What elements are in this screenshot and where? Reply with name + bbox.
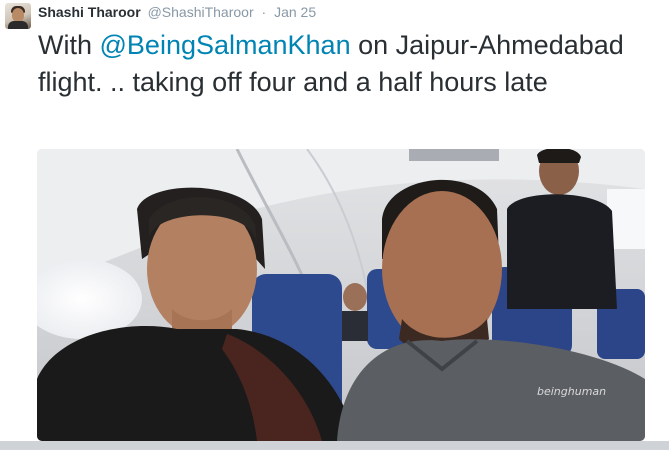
timestamp[interactable]: Jan 25 [274,4,316,20]
photo-selfie-illustration: beinghuman [37,149,645,441]
display-name[interactable]: Shashi Tharoor [38,4,141,20]
meta-separator: · [261,4,267,20]
tweet-text-before: With [38,30,100,60]
tweet-header: Shashi Tharoor @ShashiTharoor · Jan 25 [38,3,316,21]
tweet: Shashi Tharoor @ShashiTharoor · Jan 25 W… [0,0,669,441]
tweet-text: With @BeingSalmanKhan on Jaipur-Ahmedaba… [38,27,658,101]
avatar[interactable] [5,3,31,29]
bottom-bar [0,441,669,450]
tweet-photo[interactable]: beinghuman [37,149,645,441]
shirt-print: beinghuman [537,385,606,398]
user-handle[interactable]: @ShashiTharoor [148,4,254,20]
mention-link[interactable]: @BeingSalmanKhan [100,30,351,60]
